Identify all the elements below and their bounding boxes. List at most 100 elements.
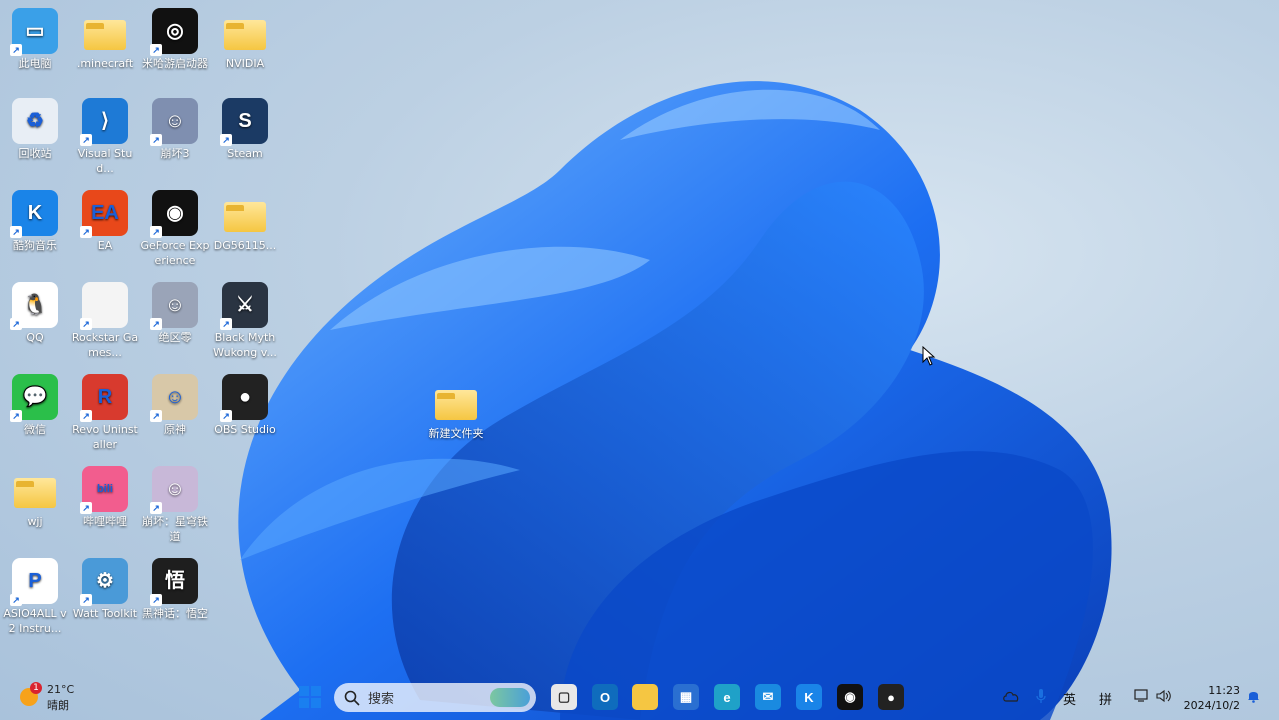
obs-icon[interactable]: ● <box>878 684 904 710</box>
ime-language-indicator[interactable]: 英 <box>1063 689 1076 708</box>
clock-time: 11:23 <box>1208 684 1240 697</box>
desktop-icon-label: 米哈游启动器 <box>142 57 208 70</box>
app-icon: R ↗ <box>80 374 128 422</box>
shortcut-arrow-icon: ↗ <box>150 502 162 514</box>
desktop-icon-label: 原神 <box>164 423 186 436</box>
desktop-icon-label: Visual Stud... <box>77 147 133 175</box>
desktop-icon-label: wjj <box>27 515 43 528</box>
desktop-icon[interactable]: K ↗ 酷狗音乐 <box>0 190 70 253</box>
ime-mode-indicator[interactable]: 拼 <box>1099 689 1112 708</box>
mouse-cursor-icon <box>922 346 936 366</box>
app-icon: ♻ <box>12 98 58 144</box>
desktop-icon-new-folder[interactable]: 新建文件夹 <box>421 378 491 441</box>
shortcut-arrow-icon: ↗ <box>10 44 22 56</box>
app-icon: ◉ ↗ <box>150 190 198 238</box>
desktop-icon[interactable]: 悟 ↗ 黑神话：悟空 <box>140 558 210 621</box>
volume-icon[interactable] <box>1156 689 1172 703</box>
weather-temp: 21°C <box>47 683 75 696</box>
windows-logo-icon <box>299 686 321 708</box>
taskbar-search-box[interactable]: 搜索 <box>334 683 536 712</box>
app-icon: 悟 ↗ <box>150 558 198 606</box>
shortcut-arrow-icon: ↗ <box>10 410 22 422</box>
desktop-icon-label: Steam <box>227 147 263 160</box>
shortcut-arrow-icon: ↗ <box>80 410 92 422</box>
desktop-icon[interactable]: P ↗ ASIO4ALL v2 Instru... <box>0 558 70 636</box>
app-icon: ☺ ↗ <box>150 466 198 514</box>
app-icon <box>222 190 268 236</box>
shortcut-arrow-icon: ↗ <box>150 594 162 606</box>
desktop-icon[interactable]: ● ↗ OBS Studio <box>210 374 280 437</box>
app-icon: ⟩ ↗ <box>80 98 128 146</box>
desktop-icon[interactable]: ☺ ↗ 原神 <box>140 374 210 437</box>
microsoft-store-icon[interactable]: ▦ <box>673 684 699 710</box>
desktop-icon[interactable]: ↗ Rockstar Games... <box>70 282 140 360</box>
desktop-icon-label: OBS Studio <box>214 423 276 436</box>
shortcut-arrow-icon: ↗ <box>150 226 162 238</box>
app-icon <box>82 8 128 54</box>
desktop-icon-label: 崩坏3 <box>160 147 190 160</box>
desktop-icon[interactable]: bili ↗ 哔哩哔哩 <box>70 466 140 529</box>
desktop-icon-label: Black Myth Wukong v... <box>213 331 277 359</box>
app-icon: ◎ ↗ <box>150 8 198 56</box>
shortcut-arrow-icon: ↗ <box>80 594 92 606</box>
search-highlight-icon <box>490 688 530 707</box>
network-icon[interactable] <box>1134 689 1150 703</box>
desktop-icon-label: 回收站 <box>18 147 52 160</box>
desktop-icon[interactable]: ☺ ↗ 绝区零 <box>140 282 210 345</box>
shortcut-arrow-icon: ↗ <box>80 134 92 146</box>
clock-date: 2024/10/2 <box>1183 699 1240 712</box>
desktop-icon[interactable]: DG56115... <box>210 190 280 253</box>
desktop-icon-label: Revo Uninstaller <box>72 423 138 451</box>
app-icon: ⚔ ↗ <box>220 282 268 330</box>
app-icon: ● ↗ <box>220 374 268 422</box>
shortcut-arrow-icon: ↗ <box>150 44 162 56</box>
shortcut-arrow-icon: ↗ <box>10 318 22 330</box>
app-icon: 💬 ↗ <box>10 374 58 422</box>
desktop-icon[interactable]: R ↗ Revo Uninstaller <box>70 374 140 452</box>
desktop-icon[interactable]: 🐧 ↗ QQ <box>0 282 70 345</box>
desktop-icon[interactable]: S ↗ Steam <box>210 98 280 161</box>
onedrive-icon[interactable] <box>1002 690 1020 702</box>
desktop-icon[interactable]: ◎ ↗ 米哈游启动器 <box>140 8 210 71</box>
outlook-icon[interactable]: O <box>592 684 618 710</box>
notification-bell-icon[interactable] <box>1247 689 1260 703</box>
app-icon: P ↗ <box>10 558 58 606</box>
desktop-icon[interactable]: ◉ ↗ GeForce Experience <box>140 190 210 268</box>
desktop-icon-label: ASIO4ALL v2 Instru... <box>3 607 67 635</box>
desktop-icon[interactable]: ☺ ↗ 崩坏：星穹铁道 <box>140 466 210 544</box>
desktop-icon-label: GeForce Experience <box>140 239 210 267</box>
desktop-icon[interactable]: EA ↗ EA <box>70 190 140 253</box>
desktop-icon-label: 崩坏：星穹铁道 <box>142 515 208 543</box>
mail-icon[interactable]: ✉ <box>755 684 781 710</box>
edge-icon[interactable]: e <box>714 684 740 710</box>
shortcut-arrow-icon: ↗ <box>150 410 162 422</box>
desktop-icon[interactable]: ▭ ↗ 此电脑 <box>0 8 70 71</box>
app-icon <box>12 466 58 512</box>
desktop-icon[interactable]: ⟩ ↗ Visual Stud... <box>70 98 140 176</box>
desktop-icon[interactable]: ♻ 回收站 <box>0 98 70 161</box>
desktop-icon[interactable]: .minecraft <box>70 8 140 71</box>
shortcut-arrow-icon: ↗ <box>220 318 232 330</box>
shortcut-arrow-icon: ↗ <box>80 502 92 514</box>
desktop-icon-label: Rockstar Games... <box>71 331 139 359</box>
desktop-icon[interactable]: wjj <box>0 466 70 529</box>
app-icon: bili ↗ <box>80 466 128 514</box>
desktop-icon-label: 哔哩哔哩 <box>83 515 127 528</box>
desktop-icon[interactable]: ☺ ↗ 崩坏3 <box>140 98 210 161</box>
task-view-icon[interactable]: ▢ <box>551 684 577 710</box>
start-button[interactable] <box>297 684 323 710</box>
clock[interactable]: 11:23 2024/10/2 <box>1182 683 1240 713</box>
microphone-icon[interactable] <box>1036 688 1046 704</box>
search-icon <box>344 690 360 706</box>
desktop-icon-label: 新建文件夹 <box>428 427 484 440</box>
desktop-icon-label: 黑神话：悟空 <box>142 607 208 620</box>
desktop-icon-label: 此电脑 <box>18 57 52 70</box>
desktop-icon[interactable]: ⚙ ↗ Watt Toolkit <box>70 558 140 621</box>
desktop-icon[interactable]: NVIDIA <box>210 8 280 71</box>
desktop-icon[interactable]: ⚔ ↗ Black Myth Wukong v... <box>210 282 280 360</box>
kugou-icon[interactable]: K <box>796 684 822 710</box>
desktop-icon[interactable]: 💬 ↗ 微信 <box>0 374 70 437</box>
app-icon <box>222 8 268 54</box>
nvidia-icon[interactable]: ◉ <box>837 684 863 710</box>
file-explorer-icon[interactable] <box>632 684 658 710</box>
